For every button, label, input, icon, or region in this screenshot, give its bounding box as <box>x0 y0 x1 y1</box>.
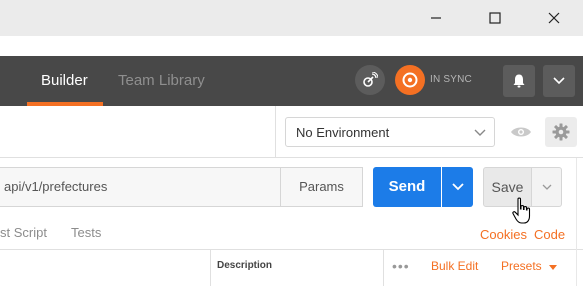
tab-pre-request-script[interactable]: st Script <box>0 225 47 240</box>
environment-selected-label: No Environment <box>296 125 390 140</box>
close-icon[interactable] <box>531 0 577 36</box>
sync-icon[interactable] <box>395 65 425 95</box>
panel-right-border <box>576 158 577 286</box>
interceptor-satellite-icon[interactable] <box>355 65 385 95</box>
app-header: Builder Team Library <box>0 56 583 106</box>
params-button[interactable]: Params <box>280 167 363 207</box>
environment-select[interactable]: No Environment <box>285 117 495 147</box>
more-options-icon[interactable]: ••• <box>392 258 410 274</box>
settings-menu-chevron-icon[interactable] <box>543 65 575 97</box>
bulk-edit-link[interactable]: Bulk Edit <box>431 259 478 273</box>
sync-status: IN SYNC <box>430 74 472 85</box>
tab-tests[interactable]: Tests <box>71 225 101 240</box>
table-header-top-border <box>0 249 583 250</box>
send-options-chevron-icon[interactable] <box>442 167 473 207</box>
send-button[interactable]: Send <box>373 167 441 207</box>
maximize-icon[interactable] <box>472 0 518 36</box>
cookies-link[interactable]: Cookies <box>480 227 527 242</box>
presets-label: Presets <box>501 259 542 273</box>
notifications-bell-icon[interactable] <box>503 65 535 97</box>
column-divider <box>383 250 384 286</box>
presets-dropdown[interactable]: Presets <box>501 259 558 274</box>
tab-builder[interactable]: Builder <box>41 56 88 106</box>
request-url-input[interactable]: api/v1/prefectures <box>0 167 280 207</box>
manage-environments-gear-icon[interactable] <box>545 117 577 147</box>
chevron-down-icon <box>474 126 486 144</box>
caret-down-icon <box>549 260 558 274</box>
minimize-icon[interactable] <box>413 0 459 36</box>
code-link[interactable]: Code <box>534 227 565 242</box>
save-options-chevron-icon[interactable] <box>532 167 562 207</box>
description-column-header: Description <box>217 260 273 271</box>
window-titlebar <box>0 0 583 36</box>
divider <box>275 106 276 158</box>
environment-quick-look-eye-icon[interactable] <box>505 117 537 147</box>
tab-team-library[interactable]: Team Library <box>118 56 205 106</box>
column-divider <box>210 250 211 286</box>
